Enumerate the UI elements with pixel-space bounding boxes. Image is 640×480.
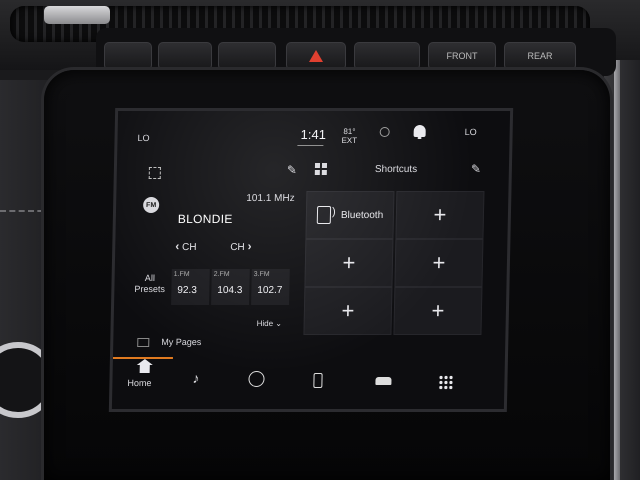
preset-2[interactable]: 2.FM 104.3 bbox=[211, 269, 250, 305]
plus-icon: + bbox=[341, 298, 355, 323]
fm-band-icon[interactable]: FM bbox=[142, 197, 160, 213]
chevron-left-icon: ‹ bbox=[175, 239, 180, 253]
plus-icon: + bbox=[432, 250, 446, 275]
shortcut-add-4[interactable]: + bbox=[303, 287, 393, 335]
shortcut-add-3[interactable]: + bbox=[394, 239, 484, 287]
preset-frequency: 104.3 bbox=[217, 285, 243, 296]
hazard-button[interactable] bbox=[286, 42, 346, 70]
chevron-right-icon: › bbox=[247, 239, 252, 253]
outside-temp-value: 81° bbox=[343, 127, 356, 136]
shortcut-bluetooth[interactable]: Bluetooth bbox=[305, 191, 395, 239]
passenger-temp-label[interactable]: LO bbox=[465, 127, 477, 137]
hw-button-3[interactable] bbox=[218, 42, 276, 70]
hw-button-2[interactable] bbox=[158, 42, 212, 70]
hide-label: Hide bbox=[256, 319, 274, 328]
ch-label: CH bbox=[230, 242, 245, 253]
phone-icon[interactable] bbox=[313, 373, 323, 388]
expand-icon[interactable] bbox=[148, 167, 161, 179]
pages-icon bbox=[137, 338, 150, 347]
hw-button-1[interactable] bbox=[104, 42, 152, 70]
gauge-icon[interactable] bbox=[248, 371, 265, 387]
hw-button-4[interactable] bbox=[354, 42, 420, 70]
shortcut-label: Bluetooth bbox=[340, 209, 384, 221]
presets-label-line: All bbox=[144, 273, 155, 283]
preset-band: 1.FM bbox=[173, 271, 190, 278]
hide-presets-button[interactable]: Hide ⌄ bbox=[257, 319, 283, 328]
preset-3[interactable]: 3.FM 102.7 bbox=[251, 269, 290, 305]
hw-button-label: REAR bbox=[527, 51, 553, 61]
plus-icon: + bbox=[431, 298, 445, 323]
plus-icon: + bbox=[342, 250, 356, 275]
rear-defrost-button[interactable]: REAR bbox=[504, 42, 576, 70]
hw-button-label: FRONT bbox=[446, 51, 478, 61]
vehicle-icon[interactable] bbox=[375, 377, 392, 385]
preset-frequency: 92.3 bbox=[177, 285, 197, 296]
chrome-trim bbox=[614, 60, 620, 480]
shortcut-add-2[interactable]: + bbox=[304, 239, 394, 287]
hazard-triangle-icon bbox=[309, 50, 323, 62]
vent-adjust-tab[interactable] bbox=[44, 6, 110, 24]
preset-frequency: 102.7 bbox=[257, 285, 283, 296]
channel-prev-button[interactable]: ‹ CH bbox=[175, 239, 197, 253]
hardware-button-strip: FRONT REAR bbox=[96, 28, 616, 76]
home-tab-label[interactable]: Home bbox=[127, 378, 151, 388]
outside-temp-label: EXT bbox=[341, 136, 358, 145]
edit-shortcuts-pencil-icon[interactable]: ✎ bbox=[471, 162, 481, 176]
shortcut-add-1[interactable]: + bbox=[395, 191, 485, 239]
shortcuts-title: Shortcuts bbox=[374, 164, 418, 175]
notification-bell-icon[interactable] bbox=[413, 125, 426, 137]
presets-label-line: Presets bbox=[134, 284, 166, 294]
station-name: BLONDIE bbox=[177, 212, 233, 226]
ch-label: CH bbox=[181, 242, 197, 253]
plus-icon: + bbox=[433, 202, 447, 227]
clock: 1:41 bbox=[300, 127, 327, 142]
shortcuts-grid-icon bbox=[314, 163, 328, 175]
shortcut-add-5[interactable]: + bbox=[393, 287, 483, 335]
front-defrost-button[interactable]: FRONT bbox=[428, 42, 496, 70]
my-pages-link[interactable]: My Pages bbox=[161, 337, 201, 347]
preset-1[interactable]: 1.FM 92.3 bbox=[171, 269, 210, 305]
driver-temp-label[interactable]: LO bbox=[137, 133, 149, 143]
bluetooth-phone-icon bbox=[316, 206, 332, 224]
status-indicator-icon bbox=[379, 127, 390, 137]
touchscreen: LO 1:41 81° EXT LO ✎ FM 101.1 MHz BLONDI… bbox=[108, 108, 514, 412]
preset-band: 2.FM bbox=[213, 271, 230, 278]
clock-underline bbox=[297, 145, 324, 146]
edit-radio-pencil-icon[interactable]: ✎ bbox=[287, 163, 297, 177]
band-label: FM bbox=[146, 201, 157, 209]
apps-grid-icon[interactable] bbox=[438, 375, 454, 390]
preset-band: 3.FM bbox=[253, 271, 270, 278]
channel-next-button[interactable]: CH › bbox=[230, 239, 252, 253]
all-presets-button[interactable]: All Presets bbox=[134, 273, 165, 295]
chevron-down-icon: ⌄ bbox=[275, 319, 283, 328]
home-icon[interactable] bbox=[139, 365, 150, 373]
radio-frequency: 101.1 MHz bbox=[246, 193, 295, 204]
outside-temp: 81° EXT bbox=[341, 127, 357, 145]
media-note-icon[interactable]: ♪ bbox=[192, 370, 199, 386]
